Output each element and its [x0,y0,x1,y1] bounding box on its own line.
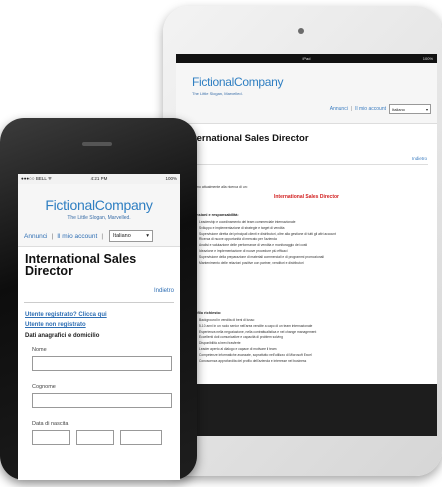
section-heading-personal-data: Dati anagrafici e domicilio [25,333,100,339]
divider [185,164,428,165]
company-tagline: The Little Slogan, Marvelled. [192,91,243,96]
language-select-value: Italiano [113,233,131,239]
nav-link-annunci[interactable]: Annunci [24,233,48,240]
ipad-camera [298,28,304,34]
ipad-status-bar: iPad 100% [176,54,437,63]
ipad-site-header: FictionalCompany The Little Slogan, Marv… [176,63,437,124]
birth-year-select[interactable] [120,430,162,445]
list-item: Mantenimento delle relazioni positive co… [191,261,336,267]
list-item: Conoscenza approfondita del profilo dell… [191,359,316,365]
chevron-down-icon: ▾ [425,106,428,112]
profile-list: Background in vendita di beni di lusso 5… [191,318,316,364]
iphone-speaker [82,142,112,146]
company-logo[interactable]: FictionalCompany [192,75,284,89]
page-title: International Sales Director [25,252,137,278]
company-logo[interactable]: FictionalCompany [18,197,180,213]
ipad-status-battery: 100% [422,56,433,61]
ipad-device: iPad 100% FictionalCompany The Little Sl… [163,6,442,476]
language-select[interactable]: Italiano ▾ [109,230,154,242]
ipad-status-carrier: iPad [302,56,311,61]
chevron-down-icon: ▾ [146,233,150,239]
divider [24,302,174,303]
iphone-screen: ●●●○○ BELL ᯤ 4:21 PM 100% FictionalCompa… [18,174,180,480]
nav-link-annunci[interactable]: Annunci [330,106,348,112]
surname-label: Cognome [32,384,56,390]
ipad-page-content: International Sales Director Indietro Si… [176,124,437,384]
registered-user-link[interactable]: Utente registrato? Clicca qui [25,312,107,318]
nav-separator: | [51,232,54,240]
ipad-site-footer [176,384,437,436]
nav-link-account[interactable]: Il mio account [57,233,97,240]
language-select-value: Italiano [392,106,405,112]
birth-day-select[interactable] [32,430,70,445]
job-name-heading: International Sales Director [273,194,340,200]
status-time: 4:21 PM [90,176,108,181]
nav-separator: | [350,106,353,112]
page-title: International Sales Director [185,133,309,144]
birth-month-select[interactable] [76,430,114,445]
language-select[interactable]: Italiano ▾ [389,104,431,114]
name-field[interactable] [32,356,172,371]
company-tagline: The Little Slogan, Marvelled. [67,215,131,221]
intro-text: Siamo attualmente alla ricerca di un: [191,185,248,189]
surname-field[interactable] [32,393,172,408]
back-link[interactable]: Indietro [412,156,427,161]
birth-date-label: Data di nascita [32,421,69,427]
section-heading-responsibilities: Mansioni e responsabilità: [191,213,239,217]
iphone-device: ●●●○○ BELL ᯤ 4:21 PM 100% FictionalCompa… [0,118,197,480]
status-battery: 100% [165,176,177,181]
nav-separator: | [101,232,104,240]
iphone-site-header: FictionalCompany The Little Slogan, Marv… [18,184,180,247]
name-label: Nome [32,347,47,353]
iphone-status-bar: ●●●○○ BELL ᯤ 4:21 PM 100% [18,174,180,184]
responsibilities-list: Leadership e coordinamento del team comm… [191,220,336,266]
back-link[interactable]: Indietro [154,288,174,294]
iphone-nav-bar: Annunci | Il mio account | Italiano ▾ [24,230,154,242]
ipad-nav-bar: Annunci | Il mio account Italiano ▾ [330,104,431,114]
ipad-screen: iPad 100% FictionalCompany The Little Sl… [176,54,437,436]
nav-link-account[interactable]: Il mio account [355,106,386,112]
unregistered-user-link[interactable]: Utente non registrato [25,322,86,328]
